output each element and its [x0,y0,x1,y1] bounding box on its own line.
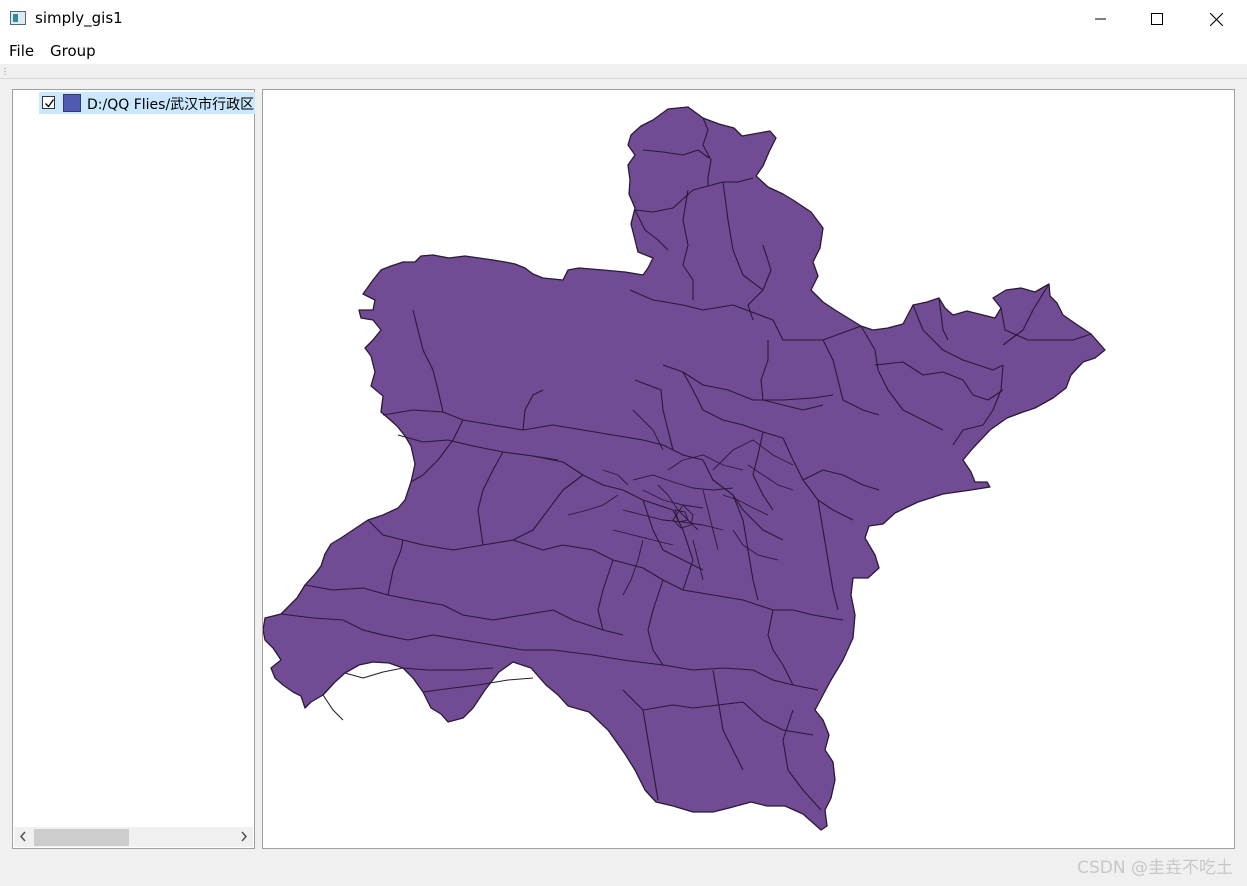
menu-group[interactable]: Group [50,42,96,60]
menu-file[interactable]: File [9,42,34,60]
window-title: simply_gis1 [35,9,123,27]
scroll-left-arrow-icon[interactable] [19,831,27,842]
close-icon [1209,12,1223,26]
menu-bar: File Group [0,38,1247,64]
horizontal-scrollbar[interactable] [14,827,253,847]
layer-item[interactable]: D:/QQ Flies/武汉市行政区 [39,92,255,114]
toolbar [0,64,1247,79]
toolbar-grip-handle[interactable] [4,67,6,75]
wuhan-districts-map[interactable] [263,90,1234,848]
maximize-button[interactable] [1128,0,1186,38]
app-window-icon [10,11,26,25]
layer-name-label: D:/QQ Flies/武汉市行政区 [87,97,255,113]
watermark-text: CSDN @圭垚不吃土 [1077,858,1233,878]
title-bar: simply_gis1 [0,0,1247,38]
map-canvas[interactable] [262,89,1235,849]
layer-visibility-checkbox[interactable] [42,96,55,109]
layer-tree-panel: D:/QQ Flies/武汉市行政区 [12,89,255,849]
close-button[interactable] [1187,0,1245,38]
scroll-right-arrow-icon[interactable] [240,831,248,842]
scrollbar-thumb[interactable] [34,829,129,846]
maximize-icon [1151,13,1163,25]
minimize-button[interactable] [1072,0,1130,38]
minimize-icon [1095,18,1106,20]
layer-color-swatch [63,94,81,112]
checkmark-icon [45,99,55,108]
